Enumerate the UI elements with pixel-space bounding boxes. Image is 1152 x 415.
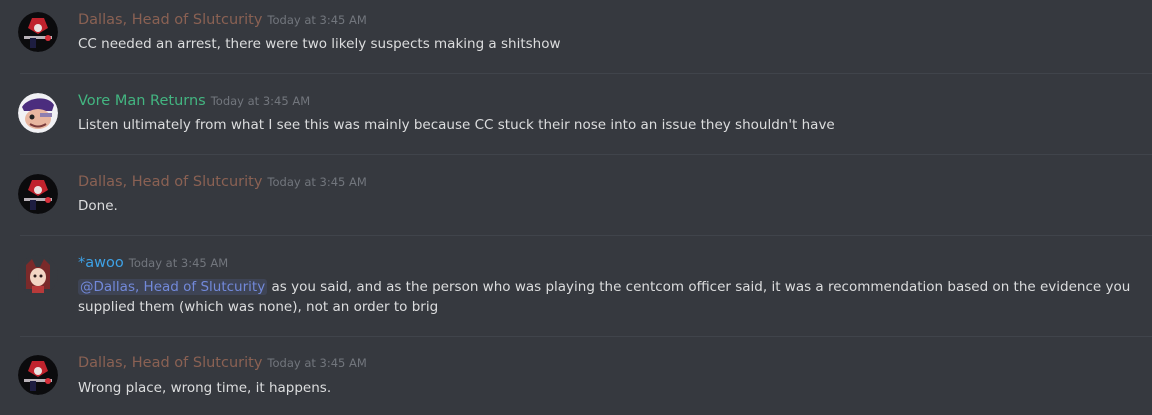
timestamp: Today at 3:45 AM xyxy=(267,13,367,27)
author-name[interactable]: Dallas, Head of Slutcurity xyxy=(78,12,262,28)
message-content: Wrong place, wrong time, it happens. xyxy=(78,380,332,396)
vore-man-avatar-icon xyxy=(18,93,58,133)
dallas-avatar-icon xyxy=(18,12,58,52)
avatar[interactable] xyxy=(18,355,58,395)
author-name[interactable]: Vore Man Returns xyxy=(78,93,206,109)
timestamp: Today at 3:45 AM xyxy=(267,175,367,189)
divider xyxy=(20,154,1152,155)
user-mention[interactable]: @Dallas, Head of Slutcurity xyxy=(78,279,268,295)
divider xyxy=(20,235,1152,236)
message-content: Listen ultimately from what I see this w… xyxy=(78,117,835,133)
awoo-avatar-icon xyxy=(18,255,58,295)
avatar[interactable] xyxy=(18,174,58,214)
dallas-avatar-icon xyxy=(18,174,58,214)
divider xyxy=(20,73,1152,74)
dallas-avatar-icon xyxy=(18,355,58,395)
author-name[interactable]: *awoo xyxy=(78,255,124,271)
chat-messages: Dallas, Head of Slutcurity Today at 3:45 … xyxy=(0,0,1152,415)
author-name[interactable]: Dallas, Head of Slutcurity xyxy=(78,174,262,190)
author-name[interactable]: Dallas, Head of Slutcurity xyxy=(78,355,262,371)
avatar[interactable] xyxy=(18,255,58,295)
timestamp: Today at 3:45 AM xyxy=(210,94,311,108)
divider xyxy=(20,336,1152,337)
avatar[interactable] xyxy=(18,93,58,133)
timestamp: Today at 3:45 AM xyxy=(267,356,367,370)
timestamp: Today at 3:45 AM xyxy=(128,256,229,270)
avatar[interactable] xyxy=(18,12,58,52)
message-content: CC needed an arrest, there were two like… xyxy=(78,36,561,52)
message-content: Done. xyxy=(78,198,118,214)
message-content: @Dallas, Head of Slutcurity as you said,… xyxy=(78,277,1133,317)
